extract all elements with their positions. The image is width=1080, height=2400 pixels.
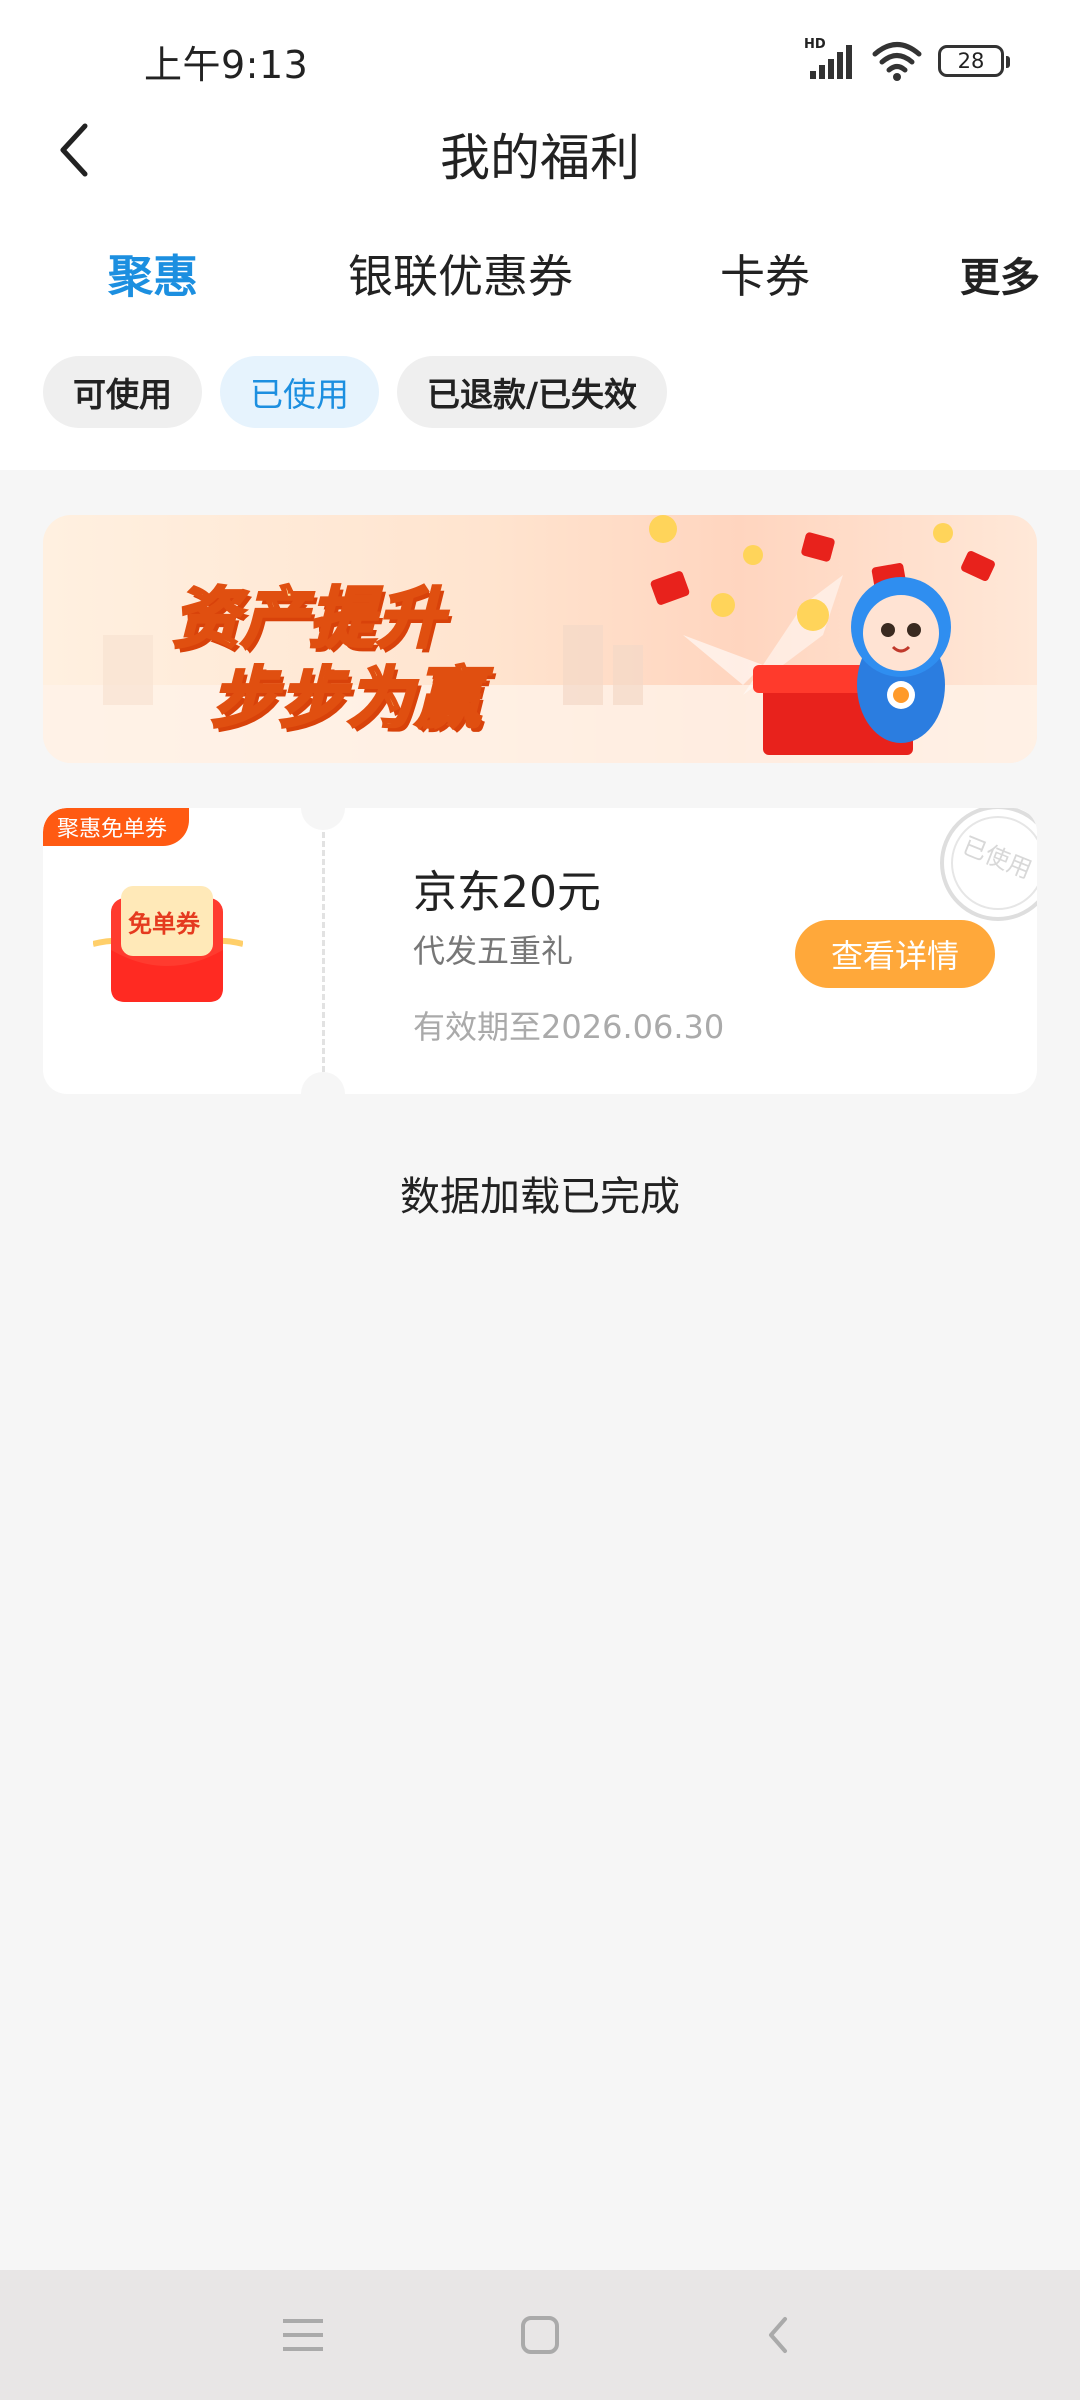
back-icon	[769, 2317, 787, 2353]
status-bar: 上午9:13 HD 28	[0, 0, 1080, 120]
coupon-image-label: 免单券	[128, 910, 200, 938]
coupon-card[interactable]: 聚惠免单券 免单券 京东20元 代发五重礼 有效期至2026.06.30 查看详…	[43, 808, 1037, 1094]
filter-used[interactable]: 已使用	[220, 356, 379, 428]
signal-icon: HD	[804, 37, 856, 81]
used-stamp: 已使用	[933, 808, 1037, 928]
battery-level: 28	[957, 49, 985, 73]
filter-available[interactable]: 可使用	[43, 356, 202, 428]
menu-button[interactable]	[263, 2300, 343, 2370]
tab-cards[interactable]: 卡券	[720, 240, 810, 305]
menu-icon	[283, 2319, 323, 2351]
nav-back-button[interactable]	[738, 2300, 818, 2370]
network-label: HD	[804, 37, 826, 52]
status-icons: HD 28	[804, 37, 1010, 84]
ticket-divider	[322, 832, 325, 1072]
battery-icon: 28	[938, 45, 1010, 77]
coupon-expiry: 有效期至2026.06.30	[413, 1008, 725, 1046]
system-nav-bar	[0, 2270, 1080, 2400]
view-details-button[interactable]: 查看详情	[795, 920, 995, 988]
coupon-subtitle: 代发五重礼	[413, 932, 574, 970]
tab-juhui[interactable]: 聚惠	[108, 240, 198, 305]
page-title: 我的福利	[440, 129, 640, 187]
ticket-notch	[301, 1072, 345, 1094]
filter-refunded-expired[interactable]: 已退款/已失效	[397, 356, 668, 428]
wifi-icon	[872, 42, 922, 81]
filter-chips: 可使用 已使用 已退款/已失效	[43, 356, 668, 428]
header: 我的福利	[0, 110, 1080, 240]
red-envelope-icon	[92, 886, 244, 1002]
load-status: 数据加载已完成	[400, 1174, 680, 1220]
coupon-image: 免单券	[92, 874, 244, 1024]
banner-headline-2: 步步为赢	[210, 659, 483, 739]
status-time: 上午9:13	[144, 43, 309, 87]
home-button[interactable]	[500, 2300, 580, 2370]
promo-banner[interactable]: 资产提升 步步为赢	[43, 515, 1037, 763]
coupon-title: 京东20元	[413, 867, 601, 918]
ticket-notch	[301, 808, 345, 830]
coupon-type-badge: 聚惠免单券	[43, 808, 190, 846]
tab-more[interactable]: 更多	[960, 245, 1040, 303]
home-icon	[521, 2316, 559, 2354]
tab-bar: 聚惠 银联优惠券 卡券 更多	[0, 240, 1080, 320]
tab-unionpay-coupons[interactable]: 银联优惠券	[348, 240, 573, 305]
